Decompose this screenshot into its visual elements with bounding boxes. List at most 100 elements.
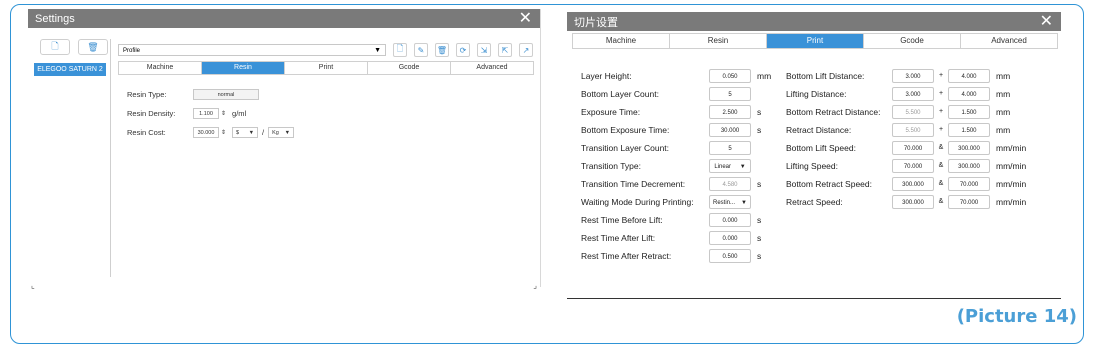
close-icon[interactable]: ✕ (519, 10, 532, 27)
bottom-layer-count-input[interactable]: 5 (709, 86, 751, 101)
density-unit: g/ml (232, 109, 247, 118)
value-input[interactable]: 4.000 (948, 86, 990, 101)
resin-type-field[interactable]: normal (193, 89, 259, 100)
value-input[interactable]: 300.000 (948, 140, 990, 155)
separator: & (938, 162, 944, 169)
tab-advanced[interactable]: Advanced (961, 34, 1057, 48)
field-label: Bottom Retract Speed: (786, 178, 872, 189)
value-input[interactable]: 1.500 (948, 104, 990, 119)
tab-gcode[interactable]: Gcode (368, 62, 451, 74)
field-label: Waiting Mode During Printing: (581, 196, 694, 207)
separator: + (938, 90, 944, 97)
field-label: Retract Distance: (786, 124, 852, 135)
select-value: Linear (714, 163, 732, 170)
trash-icon[interactable]: 🗑 (78, 39, 108, 55)
field-label: Rest Time After Retract: (581, 250, 672, 261)
field-label: Bottom Exposure Time: (581, 124, 670, 135)
tab-gcode[interactable]: Gcode (864, 34, 961, 48)
weight-unit-select[interactable]: Kg ▼ (268, 127, 295, 138)
delete-icon[interactable]: 🗑 (435, 43, 449, 57)
tab-print[interactable]: Print (285, 62, 368, 74)
close-icon[interactable]: ✕ (1040, 13, 1053, 30)
value-input[interactable]: 70.000 (948, 194, 990, 209)
value-input[interactable]: 70.000 (892, 158, 934, 173)
transition-layer-count-input[interactable]: 5 (709, 140, 751, 155)
field-unit: mm (996, 124, 1011, 135)
import-icon[interactable]: ⇲ (477, 43, 491, 57)
value-input[interactable]: 3.000 (892, 68, 934, 83)
separator: & (938, 144, 944, 151)
chevron-down-icon: ▼ (741, 199, 747, 206)
resin-density-label: Resin Density: (127, 109, 176, 118)
resin-density-field[interactable]: 1.100 (193, 108, 219, 119)
waiting-mode-select[interactable]: Restin... ▼ (709, 194, 751, 209)
corner-mark: ⌟ (533, 281, 537, 290)
refresh-icon[interactable]: ⟳ (456, 43, 470, 57)
stepper-icon[interactable]: ⇕ (221, 110, 226, 117)
value-input: 5.500 (892, 104, 934, 119)
tab-machine[interactable]: Machine (573, 34, 670, 48)
tab-machine[interactable]: Machine (119, 62, 202, 74)
resin-type-label: Resin Type: (127, 90, 167, 99)
separator: + (938, 126, 944, 133)
rest-after-retract-input[interactable]: 0.500 (709, 248, 751, 263)
field-unit: mm (757, 70, 772, 81)
new-profile-icon[interactable]: 🗋 (393, 43, 407, 57)
field-unit: mm (996, 88, 1011, 99)
value-input[interactable]: 1.500 (948, 122, 990, 137)
field-label: Transition Type: (581, 160, 642, 171)
window-title: 切片设置 (574, 16, 618, 29)
settings-tabs: Machine Resin Print Gcode Advanced (118, 61, 534, 75)
value-input[interactable]: 300.000 (948, 158, 990, 173)
value-input: 5.500 (892, 122, 934, 137)
bottom-exposure-time-input[interactable]: 30.000 (709, 122, 751, 137)
exposure-time-input[interactable]: 2.500 (709, 104, 751, 119)
slash-text: / (262, 128, 265, 137)
resin-cost-field[interactable]: 30.000 (193, 127, 219, 138)
value-input[interactable]: 70.000 (892, 140, 934, 155)
add-file-icon[interactable]: 🗋 (40, 39, 70, 55)
value-input[interactable]: 300.000 (892, 194, 934, 209)
transition-time-decrement-input: 4.580 (709, 176, 751, 191)
field-unit: mm/min (996, 178, 1027, 189)
print-left-form: Layer Height: 0.050 mm Bottom Layer Count:… (581, 68, 771, 266)
field-unit: s (757, 214, 762, 225)
rest-before-lift-input[interactable]: 0.000 (709, 212, 751, 227)
chevron-down-icon: ▼ (739, 163, 746, 170)
value-input[interactable]: 4.000 (948, 68, 990, 83)
tab-resin[interactable]: Resin (670, 34, 767, 48)
edit-icon[interactable]: ✎ (414, 43, 428, 57)
value-input[interactable]: 3.000 (892, 86, 934, 101)
bottom-divider (567, 298, 1061, 299)
weight-unit-value: Kg (272, 130, 279, 136)
stepper-icon[interactable]: ⇕ (221, 129, 226, 136)
separator: + (938, 72, 944, 79)
export-icon[interactable]: ⇱ (498, 43, 512, 57)
field-unit: mm/min (996, 160, 1027, 171)
separator: + (938, 108, 944, 115)
field-label: Lifting Distance: (786, 88, 847, 99)
currency-select[interactable]: $ ▼ (232, 127, 259, 138)
resin-cost-label: Resin Cost: (127, 128, 166, 137)
layer-height-input[interactable]: 0.050 (709, 68, 751, 83)
field-label: Bottom Retract Distance: (786, 106, 881, 117)
field-label: Layer Height: (581, 70, 632, 81)
profile-value: Profile (123, 48, 141, 54)
value-input[interactable]: 70.000 (948, 176, 990, 191)
field-unit: mm/min (996, 196, 1027, 207)
settings-titlebar: Settings ✕ (28, 9, 540, 28)
share-icon[interactable]: ↗ (519, 43, 533, 57)
rest-after-lift-input[interactable]: 0.000 (709, 230, 751, 245)
field-unit: s (757, 178, 762, 189)
resin-form: Resin Type: normal Resin Density: 1.100 … (127, 88, 295, 145)
value-input[interactable]: 300.000 (892, 176, 934, 191)
tab-resin[interactable]: Resin (202, 62, 285, 74)
field-label: Retract Speed: (786, 196, 843, 207)
transition-type-select[interactable]: Linear ▼ (709, 158, 751, 173)
printer-item[interactable]: ELEGOO SATURN 2 (34, 63, 106, 76)
tab-print[interactable]: Print (767, 34, 864, 48)
field-unit: s (757, 250, 762, 261)
profile-select[interactable]: Profile ▼ (118, 44, 386, 56)
field-label: Lifting Speed: (786, 160, 838, 171)
tab-advanced[interactable]: Advanced (451, 62, 533, 74)
